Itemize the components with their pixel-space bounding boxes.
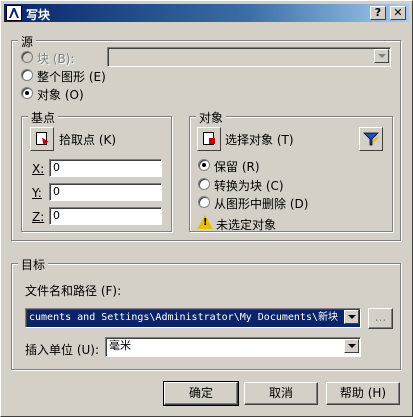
radio-objects[interactable]	[21, 87, 33, 99]
target-legend: 目标	[18, 256, 49, 273]
path-combo[interactable]: cuments and Settings\Administrator\My Do…	[25, 308, 361, 328]
objects-legend: 对象	[196, 109, 227, 126]
units-value: 毫米	[109, 339, 131, 352]
selection-status: 未选定对象	[216, 218, 277, 232]
autocad-app-icon	[6, 5, 22, 21]
radio-objects-label: 对象 (O)	[37, 88, 84, 102]
write-block-dialog: 写块 ? ✕ 源 块 (B): 整个图形 (E) 对象 (O) 基点 拾取点 (…	[0, 0, 413, 417]
radio-block[interactable]	[21, 51, 33, 63]
radio-delete-label: 从图形中删除 (D)	[214, 197, 309, 211]
source-legend: 源	[18, 33, 37, 50]
title-bar[interactable]: 写块 ? ✕	[4, 4, 409, 22]
pick-point-label: 拾取点 (K)	[59, 133, 117, 147]
select-objects-label: 选择对象 (T)	[225, 133, 294, 147]
close-button[interactable]: ✕	[390, 6, 406, 20]
radio-delete[interactable]	[198, 196, 210, 208]
radio-convert-label: 转换为块 (C)	[214, 179, 284, 193]
x-input[interactable]: 0	[49, 159, 162, 177]
warning-icon: !	[197, 215, 213, 229]
select-objects-icon	[203, 132, 215, 145]
funnel-icon	[363, 132, 379, 146]
chevron-down-icon	[374, 49, 389, 63]
radio-whole-drawing[interactable]	[21, 69, 33, 81]
path-label: 文件名和路径 (F):	[25, 284, 122, 298]
units-label: 插入单位 (U):	[25, 343, 100, 357]
ok-button[interactable]: 确定	[163, 381, 239, 406]
select-objects-button[interactable]	[197, 127, 221, 151]
path-value: cuments and Settings\Administrator\My Do…	[29, 312, 338, 323]
radio-convert[interactable]	[198, 178, 210, 190]
cancel-button[interactable]: 取消	[244, 382, 318, 405]
block-name-combo[interactable]	[107, 47, 391, 67]
basepoint-legend: 基点	[28, 109, 59, 126]
radio-retain-label: 保留 (R)	[214, 160, 260, 174]
radio-retain[interactable]	[198, 159, 210, 171]
window-title: 写块	[26, 8, 51, 22]
browse-button[interactable]: ...	[368, 308, 393, 329]
chevron-down-icon	[344, 310, 359, 324]
close-icon: ✕	[393, 6, 403, 19]
z-input[interactable]: 0	[49, 207, 162, 225]
y-label: Y:	[32, 186, 42, 200]
x-label: X:	[32, 162, 45, 176]
pick-point-icon	[36, 132, 47, 145]
quick-select-button[interactable]	[359, 127, 383, 151]
help-title-button[interactable]: ?	[370, 6, 386, 20]
radio-block-label: 块 (B):	[37, 52, 75, 66]
units-combo[interactable]: 毫米	[105, 337, 361, 357]
chevron-down-icon	[344, 339, 359, 353]
z-label: Z:	[32, 210, 45, 224]
radio-whole-drawing-label: 整个图形 (E)	[37, 70, 106, 84]
pick-point-button[interactable]	[30, 127, 54, 151]
y-input[interactable]: 0	[49, 183, 162, 201]
help-button[interactable]: 帮助 (H)	[326, 382, 400, 405]
